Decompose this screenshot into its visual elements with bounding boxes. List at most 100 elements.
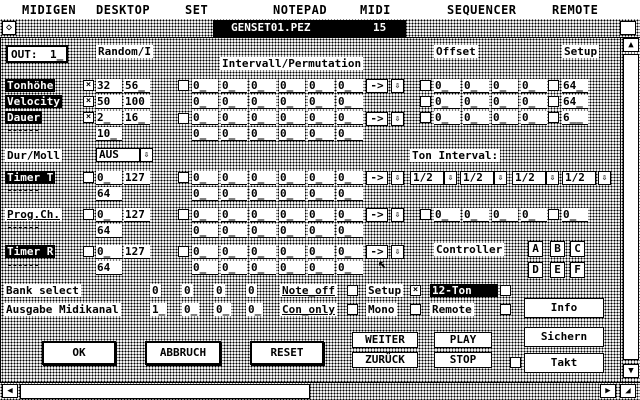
offset-2-f4[interactable]: 0_ — [521, 95, 547, 109]
timer-t-arrow-right[interactable]: -> — [366, 171, 388, 185]
progch-f2[interactable]: 0_ — [221, 208, 247, 222]
intervall-2-g5[interactable]: 0_ — [308, 127, 334, 141]
progch-offset-f3[interactable]: 0_ — [492, 208, 518, 222]
intervall-2-f2[interactable]: 0_ — [221, 111, 247, 125]
controller-b-button[interactable]: B — [550, 241, 565, 257]
offset-1-f1[interactable]: 0_ — [434, 79, 460, 93]
ausgabe-1[interactable]: 1_ — [150, 303, 168, 316]
controller-e-button[interactable]: E — [550, 262, 565, 278]
progch-g5[interactable]: 0_ — [308, 224, 334, 238]
intervall-2-checkbox[interactable] — [178, 113, 189, 124]
offset-3-f3[interactable]: 0_ — [492, 111, 518, 125]
timer-t-g2[interactable]: 0_ — [221, 187, 247, 201]
tonhoehe-max[interactable]: 56_ — [124, 79, 150, 93]
stop-button[interactable]: STOP — [434, 352, 492, 368]
progch-slider[interactable] — [8, 227, 38, 232]
timer-r-f2[interactable]: 0_ — [221, 245, 247, 259]
progch-setup-value[interactable]: 0_ — [562, 208, 588, 222]
intervall-1-arrow-down[interactable]: ⇩ — [391, 79, 404, 93]
timer-r-f4[interactable]: 0_ — [279, 245, 305, 259]
intervall-1-g5[interactable]: 0_ — [308, 95, 334, 109]
horizontal-scrollbar[interactable]: ◀ ▶ ◢ — [0, 382, 640, 400]
timer-t-min[interactable]: 0_ — [96, 171, 122, 185]
dauer-max[interactable]: 16_ — [124, 111, 150, 125]
timer-r-g1[interactable]: 0_ — [192, 261, 218, 275]
offset-3-f1[interactable]: 0_ — [434, 111, 460, 125]
intervall-1-g2[interactable]: 0_ — [221, 95, 247, 109]
menu-midi[interactable]: MIDI — [360, 3, 391, 17]
ton-interval-3-dropdown-icon[interactable]: ⇩ — [546, 171, 559, 185]
takt-checkbox[interactable] — [510, 357, 521, 368]
intervall-2-g6[interactable]: 0_ — [337, 127, 363, 141]
progch-offset-checkbox[interactable] — [420, 209, 431, 220]
controller-a-button[interactable]: A — [528, 241, 543, 257]
progch-arrow-down[interactable]: ⇩ — [391, 208, 404, 222]
timer-t-f1[interactable]: 0_ — [192, 171, 218, 185]
progch-f1[interactable]: 0_ — [192, 208, 218, 222]
offset-3-checkbox[interactable] — [420, 112, 431, 123]
setup-3-checkbox[interactable] — [548, 112, 559, 123]
progch-f3[interactable]: 0_ — [250, 208, 276, 222]
progch-mid[interactable]: 64 — [96, 224, 122, 238]
tonhoehe-checkbox[interactable]: × — [83, 80, 94, 91]
timer-t-arrow-down[interactable]: ⇩ — [391, 171, 404, 185]
intervall-2-g4[interactable]: 0_ — [279, 127, 305, 141]
intervall-2-f6[interactable]: 0_ — [337, 111, 363, 125]
offset-3-f2[interactable]: 0_ — [463, 111, 489, 125]
intervall-2-arrow-down[interactable]: ⇩ — [391, 112, 404, 126]
progch-max[interactable]: 127 — [124, 208, 150, 222]
remote-checkbox[interactable] — [500, 304, 511, 315]
progch-min[interactable]: 0_ — [96, 208, 122, 222]
intervall-2-g2[interactable]: 0_ — [221, 127, 247, 141]
progch-g3[interactable]: 0_ — [250, 224, 276, 238]
timer-r-intervall-checkbox[interactable] — [178, 246, 189, 257]
dauer-extra[interactable]: 10_ — [96, 127, 122, 141]
velocity-checkbox[interactable]: × — [83, 96, 94, 107]
timer-r-g3[interactable]: 0_ — [250, 261, 276, 275]
offset-1-checkbox[interactable] — [420, 80, 431, 91]
ton-interval-1[interactable]: 1/2 — [410, 171, 444, 185]
out-value[interactable]: 1_ — [50, 48, 63, 61]
sichern-button[interactable]: Sichern — [524, 327, 604, 347]
offset-2-checkbox[interactable] — [420, 96, 431, 107]
con-only-checkbox[interactable] — [347, 304, 358, 315]
intervall-1-arrow-right[interactable]: -> — [366, 79, 388, 93]
intervall-1-f6[interactable]: 0_ — [337, 79, 363, 93]
setup-3-value[interactable]: 6__ — [562, 111, 588, 125]
timer-t-f4[interactable]: 0_ — [279, 171, 305, 185]
mono-checkbox[interactable] — [410, 304, 421, 315]
timer-r-f5[interactable]: 0_ — [308, 245, 334, 259]
timer-r-max[interactable]: 127 — [124, 245, 150, 259]
intervall-1-f1[interactable]: 0_ — [192, 79, 218, 93]
offset-1-f2[interactable]: 0_ — [463, 79, 489, 93]
intervall-1-checkbox[interactable] — [178, 80, 189, 91]
intervall-1-f4[interactable]: 0_ — [279, 79, 305, 93]
scroll-up-icon[interactable]: ▲ — [623, 38, 639, 52]
timer-r-mid[interactable]: 64 — [96, 261, 122, 275]
intervall-2-f3[interactable]: 0_ — [250, 111, 276, 125]
intervall-1-g6[interactable]: 0_ — [337, 95, 363, 109]
setup-1-checkbox[interactable] — [548, 80, 559, 91]
timer-r-g4[interactable]: 0_ — [279, 261, 305, 275]
play-button[interactable]: PLAY — [434, 332, 492, 348]
menu-sequencer[interactable]: SEQUENCER — [447, 3, 517, 17]
progch-offset-f4[interactable]: 0_ — [521, 208, 547, 222]
dauer-slider[interactable] — [8, 130, 38, 135]
timer-t-max[interactable]: 127 — [124, 171, 150, 185]
timer-t-g4[interactable]: 0_ — [279, 187, 305, 201]
intervall-1-g4[interactable]: 0_ — [279, 95, 305, 109]
timer-r-g6[interactable]: 0_ — [337, 261, 363, 275]
bank-select-4[interactable]: 0 — [246, 284, 257, 297]
offset-1-f3[interactable]: 0_ — [492, 79, 518, 93]
vertical-scrollbar[interactable]: ▲ ▼ — [620, 38, 640, 382]
timer-r-f6[interactable]: 0_ — [337, 245, 363, 259]
intervall-2-g1[interactable]: 0_ — [192, 127, 218, 141]
dauer-min[interactable]: 2_ — [96, 111, 122, 125]
timer-r-f3[interactable]: 0_ — [250, 245, 276, 259]
tonhoehe-min[interactable]: 32 — [96, 79, 122, 93]
velocity-min[interactable]: 50 — [96, 95, 122, 109]
offset-1-f4[interactable]: 0_ — [521, 79, 547, 93]
ausgabe-2[interactable]: 0_ — [182, 303, 200, 316]
scroll-right-icon[interactable]: ▶ — [600, 384, 616, 398]
ton-interval-2-dropdown-icon[interactable]: ⇩ — [494, 171, 507, 185]
